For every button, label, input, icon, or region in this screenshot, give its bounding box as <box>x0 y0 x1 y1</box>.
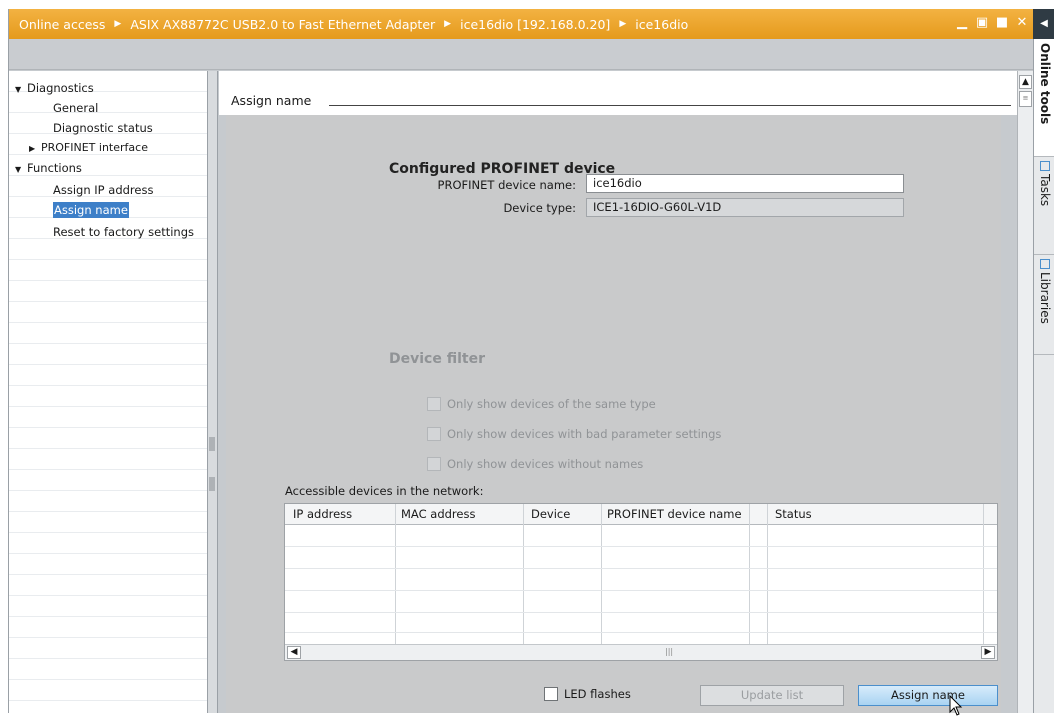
device-filter-heading: Device filter <box>389 351 485 367</box>
filter-same-type[interactable]: Only show devices of the same type <box>427 395 656 413</box>
table-row <box>285 632 997 633</box>
tab-label: Tasks <box>1038 174 1052 207</box>
breadcrumb-separator-icon: ▶ <box>114 19 122 29</box>
device-type-label: Device type: <box>503 201 576 215</box>
device-name-label: PROFINET device name: <box>437 178 576 192</box>
tab-libraries[interactable]: Libraries <box>1034 255 1054 355</box>
table-row <box>285 568 997 569</box>
nav-assign-ip-address[interactable]: Assign IP address <box>53 180 153 200</box>
breadcrumb-separator-icon: ▶ <box>619 19 627 29</box>
configured-device-heading: Configured PROFINET device <box>389 161 616 177</box>
led-flashes-checkbox[interactable] <box>544 687 558 701</box>
filter-without-names[interactable]: Only show devices without names <box>427 455 643 473</box>
breadcrumb-online-access[interactable]: Online access <box>19 17 105 32</box>
table-header: IP address MAC address Device PROFINET d… <box>285 504 997 525</box>
title-bar: Online access ▶ ASIX AX88772C USB2.0 to … <box>9 9 1054 39</box>
maximize-icon[interactable]: ■ <box>995 16 1009 30</box>
tab-online-tools[interactable]: Online tools <box>1034 39 1054 157</box>
section-title: Assign name <box>231 93 312 108</box>
collapsed-triangle-icon[interactable]: ▶ <box>29 139 41 159</box>
tab-tasks[interactable]: Tasks <box>1034 157 1054 255</box>
breadcrumb-device[interactable]: ice16dio <box>635 17 688 32</box>
tasks-icon <box>1040 161 1050 171</box>
scroll-grip-icon[interactable]: ||| <box>665 647 673 656</box>
checkbox[interactable] <box>427 457 441 471</box>
device-type-field: ICE1-16DIO-G60L-V1D <box>586 198 904 217</box>
tab-label: Libraries <box>1038 272 1052 324</box>
splitter-grip-icon[interactable] <box>209 477 215 491</box>
breadcrumb-separator-icon: ▶ <box>444 19 452 29</box>
assign-name-panel: Configured PROFINET device PROFINET devi… <box>226 115 1001 713</box>
nav-reset-factory[interactable]: Reset to factory settings <box>53 222 194 242</box>
horizontal-scrollbar[interactable]: ◀ ||| ▶ <box>285 644 997 660</box>
nav-assign-name[interactable]: Assign name <box>53 200 129 220</box>
tia-portal-window: Online access ▶ ASIX AX88772C USB2.0 to … <box>8 9 1054 716</box>
section-divider <box>329 105 1011 106</box>
scroll-grip-icon[interactable]: ≡ <box>1019 91 1032 107</box>
table-row <box>285 612 997 613</box>
minimize-icon[interactable]: ▁ <box>955 16 969 30</box>
col-profinet-name[interactable]: PROFINET device name <box>607 507 742 521</box>
nav-label: Assign IP address <box>53 183 154 197</box>
libraries-icon <box>1040 259 1050 269</box>
mouse-pointer-icon <box>949 695 963 716</box>
nav-functions[interactable]: ▼ Functions <box>15 158 82 178</box>
checkbox[interactable] <box>427 397 441 411</box>
filter-label: Only show devices without names <box>447 457 644 471</box>
task-card-tabs: Online tools Tasks Libraries <box>1033 39 1054 713</box>
breadcrumb: Online access ▶ ASIX AX88772C USB2.0 to … <box>9 17 688 32</box>
section-header: Assign name <box>219 71 1019 115</box>
nav-label: General <box>53 101 99 115</box>
device-name-field[interactable]: ice16dio <box>586 174 904 193</box>
function-navigation: ▼ Diagnostics General Diagnostic status ▶… <box>9 71 208 713</box>
nav-general[interactable]: General <box>53 98 98 118</box>
nav-label: Diagnostic status <box>53 121 153 135</box>
assign-name-button[interactable]: Assign name <box>858 685 998 706</box>
nav-label: Diagnostics <box>27 81 94 95</box>
scroll-left-icon[interactable]: ◀ <box>287 646 301 659</box>
col-device[interactable]: Device <box>531 507 570 521</box>
expanded-triangle-icon[interactable]: ▼ <box>15 80 27 100</box>
breadcrumb-adapter[interactable]: ASIX AX88772C USB2.0 to Fast Ethernet Ad… <box>130 17 435 32</box>
nav-diagnostics[interactable]: ▼ Diagnostics <box>15 78 94 98</box>
table-row <box>285 546 997 547</box>
table-row <box>285 590 997 591</box>
col-status[interactable]: Status <box>775 507 812 521</box>
led-flashes-option[interactable]: LED flashes <box>544 687 631 701</box>
nav-label: Reset to factory settings <box>53 225 194 239</box>
splitter-grip-icon[interactable] <box>209 437 215 451</box>
update-list-button[interactable]: Update list <box>700 685 844 706</box>
filter-bad-params[interactable]: Only show devices with bad parameter set… <box>427 425 721 443</box>
nav-label: Functions <box>27 161 82 175</box>
accessible-devices-label: Accessible devices in the network: <box>285 484 484 498</box>
scroll-up-icon[interactable]: ▲ <box>1019 75 1032 89</box>
panel-splitter[interactable] <box>208 71 218 713</box>
window-controls: ▁ ▣ ■ ✕ <box>955 16 1029 30</box>
restore-icon[interactable]: ▣ <box>975 16 989 30</box>
nav-profinet-interface[interactable]: ▶ PROFINET interface <box>29 138 148 158</box>
nav-diagnostic-status[interactable]: Diagnostic status <box>53 118 153 138</box>
nav-label: PROFINET interface <box>41 141 148 154</box>
accessible-devices-table[interactable]: IP address MAC address Device PROFINET d… <box>284 503 998 661</box>
filter-label: Only show devices of the same type <box>447 397 656 411</box>
expanded-triangle-icon[interactable]: ▼ <box>15 160 27 180</box>
filter-label: Only show devices with bad parameter set… <box>447 427 722 441</box>
led-flashes-label: LED flashes <box>564 687 631 701</box>
nav-label: Assign name <box>53 202 129 218</box>
col-ip-address[interactable]: IP address <box>293 507 352 521</box>
close-icon[interactable]: ✕ <box>1015 16 1029 30</box>
collapse-panel-icon[interactable]: ◀ <box>1033 9 1054 39</box>
checkbox[interactable] <box>427 427 441 441</box>
toolbar-strip <box>9 39 1033 70</box>
scroll-right-icon[interactable]: ▶ <box>981 646 995 659</box>
tab-label: Online tools <box>1038 43 1052 125</box>
col-mac-address[interactable]: MAC address <box>401 507 475 521</box>
vertical-scrollbar[interactable]: ▲ ≡ <box>1017 71 1033 713</box>
breadcrumb-device-ip[interactable]: ice16dio [192.168.0.20] <box>460 17 610 32</box>
